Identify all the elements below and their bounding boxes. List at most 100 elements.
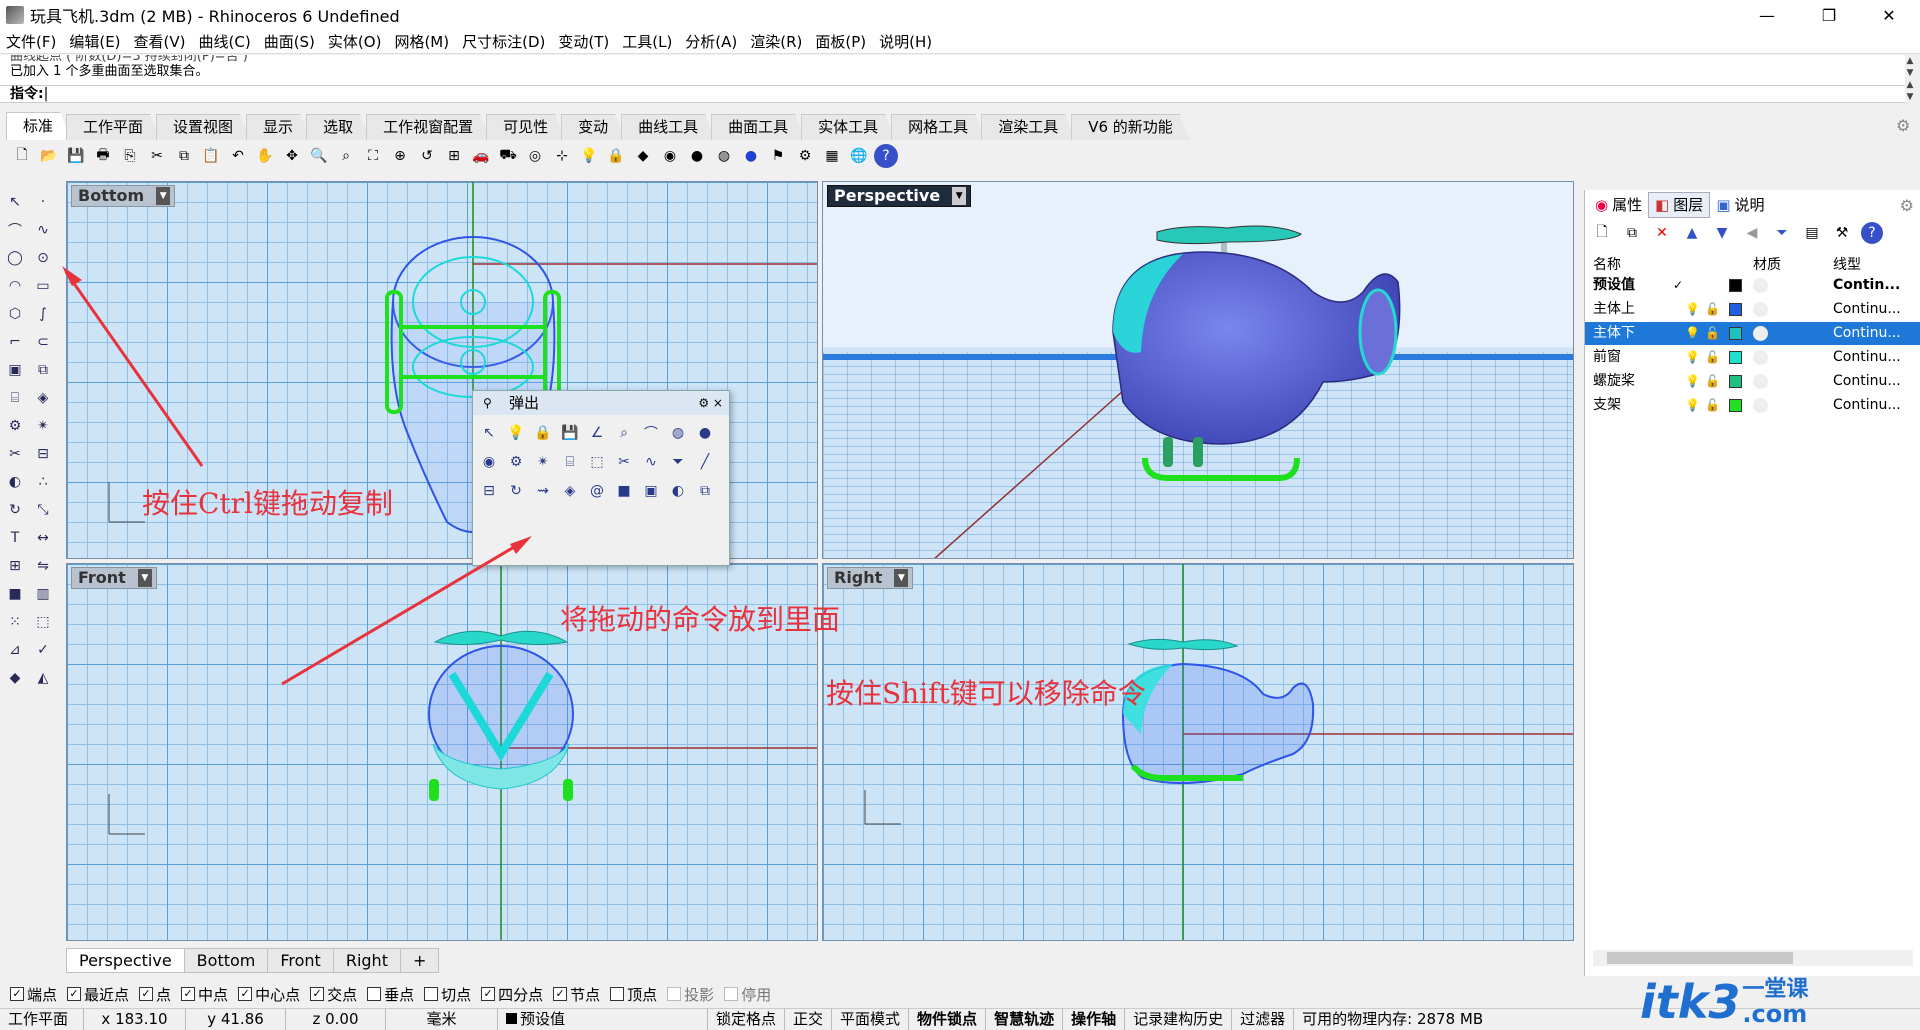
arc-icon[interactable]: ⌒: [639, 421, 663, 445]
menu-curve[interactable]: 曲线(C): [199, 31, 251, 52]
move-up-icon[interactable]: ▲: [1681, 222, 1703, 244]
bulb-icon[interactable]: 💡: [1685, 398, 1700, 412]
tab-layers[interactable]: ◧ 图层: [1648, 192, 1711, 218]
shell-icon[interactable]: ◐: [666, 479, 690, 503]
menu-panels[interactable]: 面板(P): [815, 31, 866, 52]
save-icon[interactable]: 💾: [558, 421, 582, 445]
box-icon[interactable]: ■: [612, 479, 636, 503]
popup-header[interactable]: ⚲ 弹出 ⚙ ×: [473, 391, 729, 415]
spiral-icon[interactable]: @: [585, 479, 609, 503]
lock-icon[interactable]: 🔒: [531, 421, 555, 445]
layer-color-swatch[interactable]: [1729, 279, 1742, 292]
layer-linetype[interactable]: Continu...: [1833, 394, 1911, 417]
text-icon[interactable]: T: [2, 526, 28, 550]
layer-color-swatch[interactable]: [1729, 399, 1742, 412]
save-icon[interactable]: 💾: [64, 144, 88, 168]
chevron-down-icon[interactable]: ▼: [894, 569, 909, 587]
viewport-label-bottom[interactable]: Bottom ▼: [71, 185, 176, 207]
layer-color-swatch[interactable]: [1729, 327, 1742, 340]
globe-icon[interactable]: 🌐: [847, 144, 871, 168]
tab-transform[interactable]: 变动: [561, 114, 625, 140]
minimize-button[interactable]: —: [1744, 0, 1790, 30]
explode-icon[interactable]: ✴: [30, 414, 56, 438]
toolbar-settings-icon[interactable]: ⚙: [1896, 116, 1914, 135]
tab-select[interactable]: 选取: [306, 114, 370, 140]
circle-icon[interactable]: ◯: [2, 246, 28, 270]
boolean-icon[interactable]: ⧉: [30, 358, 56, 382]
hatch-icon[interactable]: ▥: [30, 582, 56, 606]
material-swatch[interactable]: [1753, 278, 1768, 293]
sweep-icon[interactable]: ⇝: [531, 479, 555, 503]
checkbox[interactable]: [667, 987, 682, 1001]
explode-icon[interactable]: ✴: [531, 450, 555, 474]
tab-solid-tools[interactable]: 实体工具: [801, 114, 895, 140]
new-sublayer-icon[interactable]: ⧉: [1621, 222, 1643, 244]
fillet-icon[interactable]: ⌐: [2, 330, 28, 354]
material-swatch[interactable]: [1753, 302, 1768, 317]
osnap-顶点[interactable]: 顶点: [610, 984, 657, 1005]
curve-icon[interactable]: ∿: [639, 450, 663, 474]
chevron-down-icon[interactable]: ▼: [952, 187, 967, 205]
checkbox[interactable]: [424, 987, 439, 1001]
color-wheel-icon[interactable]: ◉: [477, 450, 501, 474]
polyline-icon[interactable]: ⌒: [2, 218, 28, 242]
cube-color-icon[interactable]: ▣: [639, 479, 663, 503]
checkbox[interactable]: [724, 987, 739, 1001]
move-parent-icon[interactable]: ◀: [1741, 222, 1763, 244]
sphere-blue-icon[interactable]: ●: [693, 421, 717, 445]
help-icon[interactable]: ?: [874, 144, 898, 168]
trim-icon[interactable]: ✂: [612, 450, 636, 474]
line-icon[interactable]: ╱: [693, 450, 717, 474]
delete-layer-icon[interactable]: ✕: [1651, 222, 1673, 244]
zoom-window-icon[interactable]: ⌕: [612, 421, 636, 445]
checkbox[interactable]: ✓: [238, 987, 253, 1001]
split-icon[interactable]: ⊟: [30, 442, 56, 466]
sphere-icon[interactable]: ●: [685, 144, 709, 168]
checkbox[interactable]: [610, 987, 625, 1001]
viewport-perspective[interactable]: Perspective ▼: [822, 181, 1574, 559]
menu-tools[interactable]: 工具(L): [622, 31, 672, 52]
menu-view[interactable]: 查看(V): [134, 31, 186, 52]
zoom-icon[interactable]: 🔍: [307, 144, 331, 168]
menu-analyze[interactable]: 分析(A): [685, 31, 737, 52]
osnap-停用[interactable]: 停用: [724, 984, 771, 1005]
osnap-垂点[interactable]: 垂点: [367, 984, 414, 1005]
pin-icon[interactable]: ⚲: [483, 391, 492, 415]
command-prompt[interactable]: 指令:|: [0, 85, 1905, 103]
tools-icon[interactable]: ⚒: [1831, 222, 1853, 244]
mesh-icon[interactable]: ◈: [30, 386, 56, 410]
unlock-icon[interactable]: 🔓: [1705, 374, 1720, 388]
select-arrow-icon[interactable]: ↖: [477, 421, 501, 445]
layer-color-swatch[interactable]: [1729, 351, 1742, 364]
check-icon[interactable]: ✓: [30, 638, 56, 662]
snap-icon[interactable]: ⊹: [550, 144, 574, 168]
layer-linetype[interactable]: Contin...: [1833, 274, 1911, 297]
gear-tool-icon[interactable]: ⚙: [504, 450, 528, 474]
render-icon[interactable]: ◭: [30, 666, 56, 690]
checkbox[interactable]: ✓: [67, 987, 82, 1001]
four-view-icon[interactable]: ⊞: [442, 144, 466, 168]
osnap-切点[interactable]: 切点: [424, 984, 471, 1005]
ellipse-icon[interactable]: ⊙: [30, 246, 56, 270]
extrude-icon[interactable]: ▣: [2, 358, 28, 382]
bulb-icon[interactable]: 💡: [1685, 326, 1700, 340]
tab-notes[interactable]: ▣ 说明: [1710, 192, 1770, 218]
osnap-节点[interactable]: ✓ 节点: [553, 984, 600, 1005]
offset-icon[interactable]: ⊂: [30, 330, 56, 354]
cut-icon[interactable]: ✂: [145, 144, 169, 168]
unlock-icon[interactable]: 🔓: [1705, 398, 1720, 412]
toggle-osnap[interactable]: 物件锁点: [909, 1008, 987, 1030]
unlock-icon[interactable]: 🔓: [1705, 326, 1720, 340]
layer-linetype[interactable]: Continu...: [1833, 322, 1911, 345]
gear-tool-icon[interactable]: ⚙: [2, 414, 28, 438]
toggle-ortho[interactable]: 正交: [785, 1008, 833, 1030]
filter-icon[interactable]: ⏷: [1771, 222, 1793, 244]
checkbox[interactable]: ✓: [181, 987, 196, 1001]
osnap-投影[interactable]: 投影: [667, 984, 714, 1005]
viewport-label-perspective[interactable]: Perspective ▼: [827, 185, 972, 207]
status-cplane[interactable]: 工作平面: [0, 1008, 84, 1030]
material-icon[interactable]: ◆: [2, 666, 28, 690]
dimension-icon[interactable]: ↔: [30, 526, 56, 550]
scrollbar-thumb[interactable]: [1607, 952, 1793, 964]
material-swatch[interactable]: [1753, 326, 1768, 341]
